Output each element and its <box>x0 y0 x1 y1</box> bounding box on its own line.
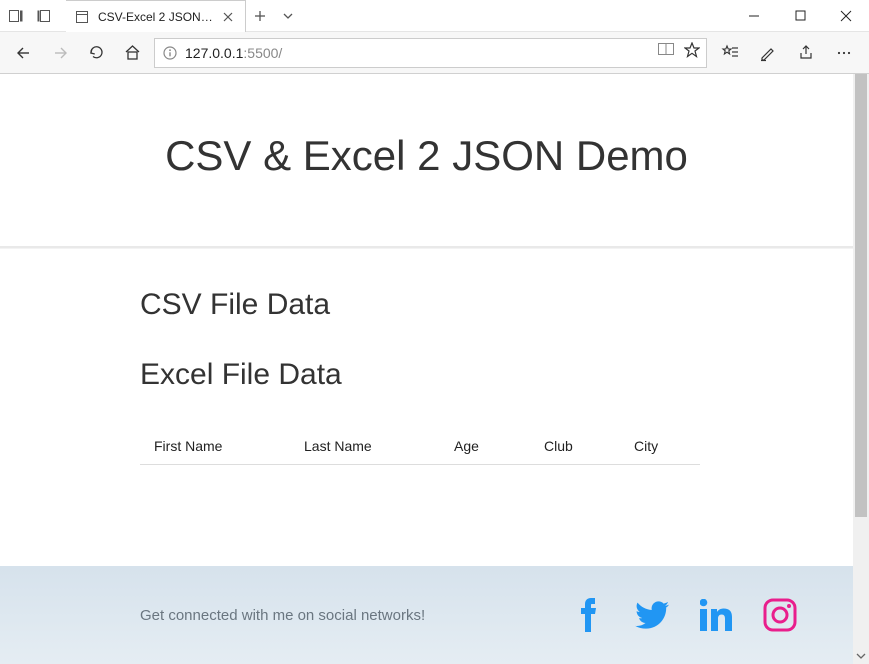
facebook-icon[interactable] <box>571 598 605 632</box>
page-title: CSV & Excel 2 JSON Demo <box>0 132 853 180</box>
page-icon <box>74 9 90 25</box>
table-header-row: First Name Last Name Age Club City <box>140 428 700 465</box>
col-city: City <box>634 438 686 454</box>
tab-actions-icon[interactable] <box>274 0 302 31</box>
col-club: Club <box>544 438 634 454</box>
tab-title: CSV-Excel 2 JSON Demo <box>98 10 213 24</box>
scrollbar[interactable] <box>853 74 869 664</box>
twitter-icon[interactable] <box>635 598 669 632</box>
linkedin-icon[interactable] <box>699 598 733 632</box>
col-last-name: Last Name <box>304 438 454 454</box>
url-text: 127.0.0.1:5500/ <box>185 45 652 61</box>
scrollbar-thumb[interactable] <box>855 74 867 517</box>
home-button[interactable] <box>114 35 150 71</box>
page-footer: Get connected with me on social networks… <box>0 566 853 664</box>
site-info-icon[interactable] <box>161 44 179 62</box>
share-icon[interactable] <box>787 35 825 71</box>
minimize-button[interactable] <box>731 0 777 31</box>
address-bar[interactable]: 127.0.0.1:5500/ <box>154 38 707 68</box>
more-icon[interactable] <box>825 35 863 71</box>
col-age: Age <box>454 438 544 454</box>
browser-toolbar: 127.0.0.1:5500/ <box>0 32 869 74</box>
browser-tab[interactable]: CSV-Excel 2 JSON Demo <box>66 0 246 32</box>
refresh-button[interactable] <box>78 35 114 71</box>
tab-aside-icon[interactable] <box>6 6 26 26</box>
excel-table: First Name Last Name Age Club City <box>140 428 700 465</box>
close-window-button[interactable] <box>823 0 869 31</box>
instagram-icon[interactable] <box>763 598 797 632</box>
favorite-icon[interactable] <box>684 42 700 63</box>
notes-icon[interactable] <box>749 35 787 71</box>
window-titlebar: CSV-Excel 2 JSON Demo <box>0 0 869 32</box>
back-button[interactable] <box>6 35 42 71</box>
scroll-down-arrow[interactable] <box>853 648 869 664</box>
col-first-name: First Name <box>154 438 304 454</box>
reading-view-icon[interactable] <box>658 43 674 62</box>
favorites-list-icon[interactable] <box>711 35 749 71</box>
maximize-button[interactable] <box>777 0 823 31</box>
tab-preview-icon[interactable] <box>34 6 54 26</box>
footer-text: Get connected with me on social networks… <box>140 607 571 624</box>
new-tab-button[interactable] <box>246 0 274 31</box>
forward-button[interactable] <box>42 35 78 71</box>
page-viewport: CSV & Excel 2 JSON Demo CSV File Data Ex… <box>0 74 869 664</box>
csv-section-heading: CSV File Data <box>140 288 853 322</box>
close-tab-icon[interactable] <box>221 10 235 24</box>
hero-section: CSV & Excel 2 JSON Demo <box>0 74 853 248</box>
excel-section-heading: Excel File Data <box>140 358 853 392</box>
